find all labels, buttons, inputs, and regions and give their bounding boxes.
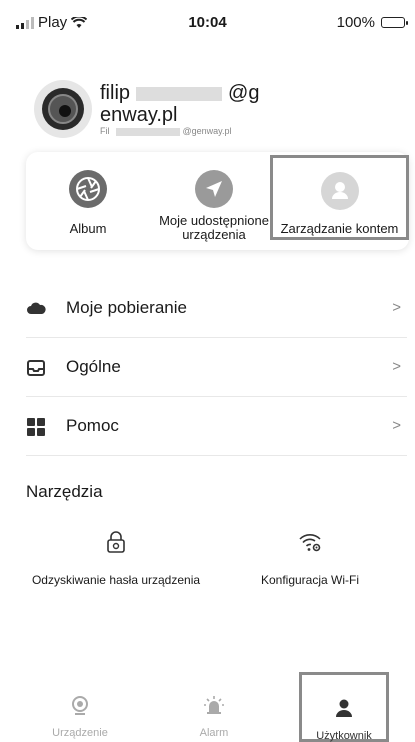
divider (26, 396, 407, 397)
user-icon (336, 699, 352, 717)
menu-item-general[interactable]: Ogólne > (0, 339, 415, 397)
divider (26, 455, 407, 456)
battery-percent: 100% (336, 14, 375, 31)
avatar[interactable] (34, 80, 92, 138)
sub-start: Fil (100, 126, 110, 136)
tools-section-title: Narzędzia (26, 482, 103, 501)
grid-icon (27, 418, 45, 436)
alarm-light-icon (204, 696, 224, 714)
status-right: 100% (336, 14, 408, 31)
menu-label: Ogólne (66, 357, 121, 376)
tool-password-recovery[interactable]: Odzyskiwanie hasła urządzenia (26, 530, 206, 588)
album-label: Album (69, 221, 107, 236)
email-line-2: enway.pl (100, 104, 178, 126)
chevron-right-icon: > (392, 299, 401, 316)
email-line-1: filip @g (100, 82, 259, 104)
sub-mask (115, 127, 180, 136)
camera-lens-icon (42, 88, 84, 130)
email-mask (136, 86, 223, 101)
user-icon (321, 172, 359, 210)
tool-label: Konfiguracja Wi-Fi (260, 573, 360, 587)
divider (26, 337, 407, 338)
sub-end: @genway.pl (182, 126, 232, 136)
tab-label: Użytkownik (316, 730, 372, 742)
menu-item-help[interactable]: Pomoc > (0, 398, 415, 456)
tool-label: Odzyskiwanie hasła urządzenia (31, 573, 201, 587)
menu-label: Pomoc (66, 416, 119, 435)
tab-user[interactable]: Użytkownik (299, 672, 389, 742)
send-arrow-icon (195, 170, 233, 208)
tab-device[interactable]: Urządzenie (20, 694, 140, 739)
shared-devices-label: Moje udostępnione urządzenia (159, 213, 269, 242)
chevron-right-icon: > (392, 358, 401, 375)
battery-icon (381, 17, 408, 28)
tab-label: Urządzenie (52, 727, 108, 739)
status-bar: Play 10:04 100% (0, 0, 415, 44)
tool-wifi-config[interactable]: Konfiguracja Wi-Fi (220, 530, 400, 588)
cloud-icon (27, 302, 46, 314)
album-button[interactable]: Album (28, 152, 148, 250)
wifi-settings-icon (299, 534, 321, 552)
shared-devices-button[interactable]: Moje udostępnione urządzenia (154, 152, 274, 250)
menu-item-downloads[interactable]: Moje pobieranie > (0, 280, 415, 338)
menu-label: Moje pobieranie (66, 298, 187, 317)
tab-label: Alarm (199, 727, 229, 739)
inbox-icon (27, 360, 45, 376)
chevron-right-icon: > (392, 417, 401, 434)
camera-icon (72, 696, 88, 715)
tab-alarm[interactable]: Alarm (154, 694, 274, 739)
aperture-icon (69, 170, 107, 208)
lock-icon (107, 531, 125, 553)
email-start: filip (100, 82, 131, 104)
email-end: @g (228, 82, 260, 104)
account-management-label: Zarządzanie kontem (280, 221, 399, 236)
quick-actions-card: Album Moje udostępnione urządzenia Zarzą… (26, 152, 409, 250)
account-management-button[interactable]: Zarządzanie kontem (270, 155, 409, 240)
account-subline: Fil @genway.pl (100, 126, 232, 136)
